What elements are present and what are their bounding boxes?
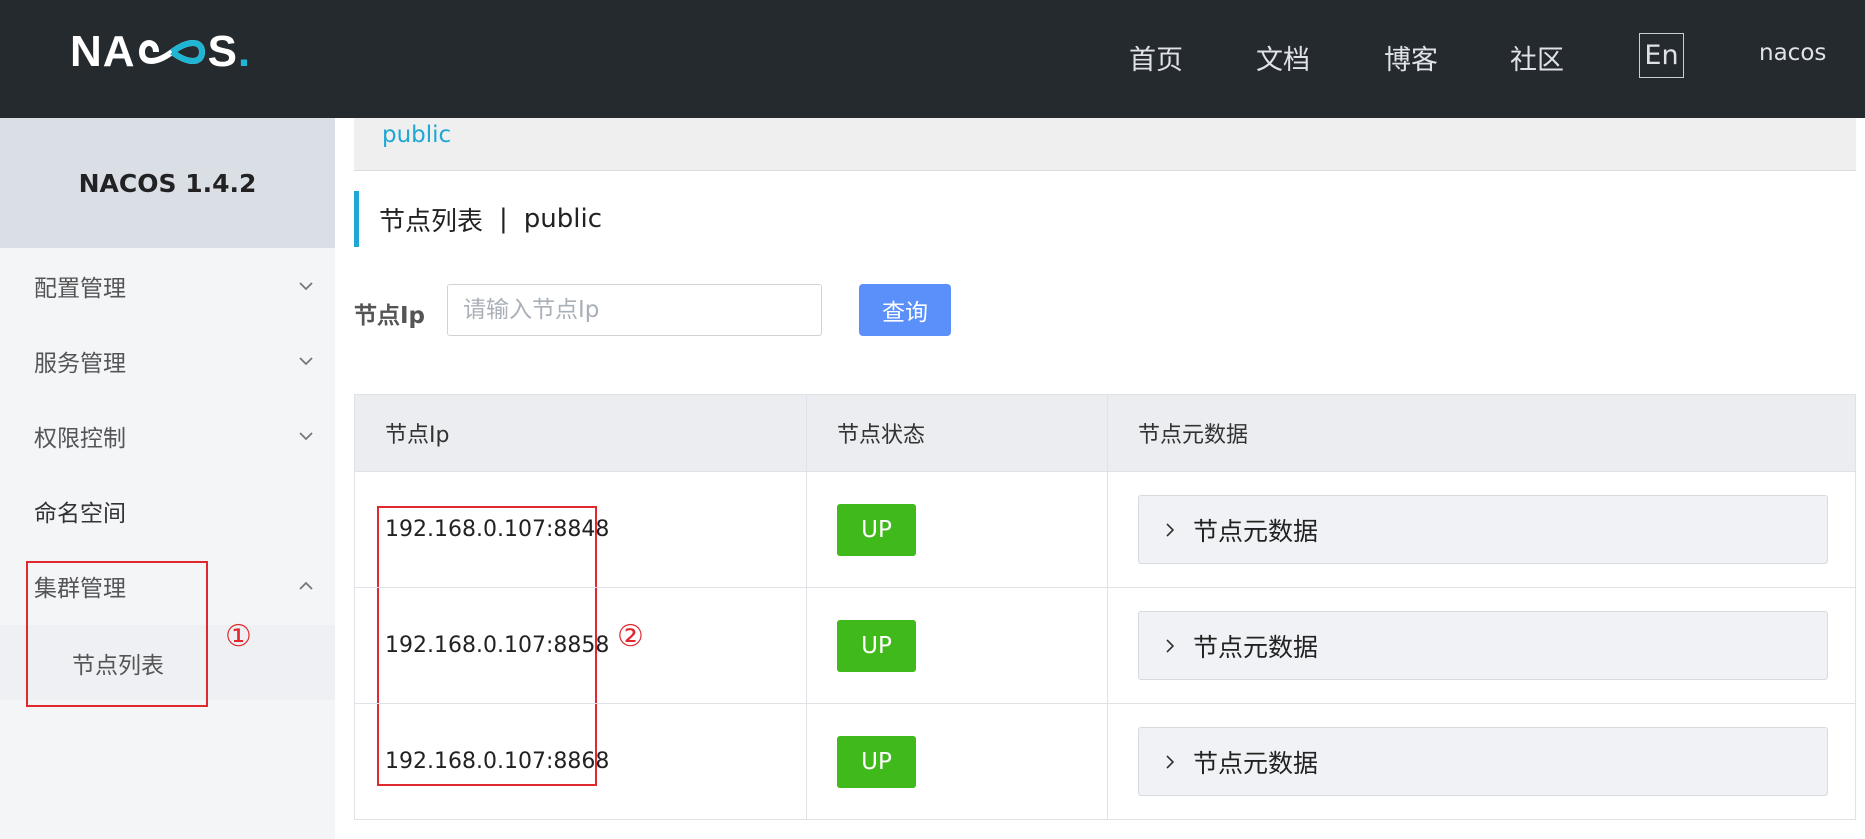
top-nav-bar: NA S . 首页 文档 博客 社区 En nacos — [0, 0, 1865, 118]
version-title: NACOS 1.4.2 — [0, 118, 335, 248]
language-toggle-button[interactable]: En — [1639, 33, 1684, 78]
metadata-label: 节点元数据 — [1193, 748, 1319, 778]
sidebar-item-label: 命名空间 — [34, 500, 126, 527]
node-status-cell: UP — [806, 703, 1108, 820]
sidebar-item-service[interactable]: 服务管理 — [0, 323, 335, 398]
chevron-right-icon — [1166, 638, 1175, 653]
table-header-row: 节点Ip 节点状态 节点元数据 — [354, 394, 1856, 472]
sidebar-item-label: 服务管理 — [34, 350, 126, 377]
chevron-up-icon — [299, 581, 313, 590]
nav-blog[interactable]: 博客 — [1384, 38, 1438, 77]
status-badge: UP — [837, 503, 916, 556]
chevron-down-icon — [299, 431, 313, 440]
annotation-marker-1: ① — [225, 619, 252, 654]
annotation-box-1 — [26, 561, 208, 707]
node-ip-cell: 192.168.0.107:8848 — [354, 471, 807, 588]
node-ip-search-input[interactable] — [447, 284, 822, 336]
node-metadata-cell: 节点元数据 — [1107, 471, 1856, 588]
node-metadata-cell: 节点元数据 — [1107, 703, 1856, 820]
username[interactable]: nacos — [1759, 40, 1826, 66]
namespace-tab-public[interactable]: public — [382, 122, 451, 148]
sidebar-item-auth[interactable]: 权限控制 — [0, 398, 335, 473]
sidebar: NACOS 1.4.2 配置管理 服务管理 权限控制 命名空间 集群管理 节点列… — [0, 118, 335, 839]
table-row: 192.168.0.107:8868 UP 节点元数据 — [354, 703, 1856, 820]
nacos-logo[interactable]: NA S . — [70, 27, 252, 76]
node-ip-filter-label: 节点Ip — [354, 303, 426, 329]
logo-text-left: NA — [70, 27, 136, 76]
node-metadata-cell: 节点元数据 — [1107, 587, 1856, 704]
metadata-label: 节点元数据 — [1193, 516, 1319, 546]
nav-docs[interactable]: 文档 — [1256, 38, 1310, 77]
query-button[interactable]: 查询 — [859, 284, 951, 336]
node-status-cell: UP — [806, 587, 1108, 704]
nav-community[interactable]: 社区 — [1510, 38, 1564, 77]
chevron-down-icon — [299, 281, 313, 290]
sidebar-item-label: 权限控制 — [34, 425, 126, 452]
nav-home[interactable]: 首页 — [1129, 38, 1183, 77]
column-header-metadata: 节点元数据 — [1107, 394, 1856, 472]
page-title: 节点列表 | public — [354, 191, 602, 247]
chevron-down-icon — [299, 356, 313, 365]
metadata-expander[interactable]: 节点元数据 — [1138, 611, 1828, 680]
node-ip-cell: 192.168.0.107:8858 — [354, 587, 807, 704]
metadata-label: 节点元数据 — [1193, 632, 1319, 662]
page-title-namespace: public — [523, 204, 603, 234]
column-header-status: 节点状态 — [806, 394, 1108, 472]
logo-text-right: S — [207, 27, 238, 76]
table-row: 192.168.0.107:8858 UP 节点元数据 — [354, 587, 1856, 704]
sidebar-item-label: 配置管理 — [34, 275, 126, 302]
status-badge: UP — [837, 619, 916, 672]
sidebar-item-config[interactable]: 配置管理 — [0, 248, 335, 323]
column-header-ip: 节点Ip — [354, 394, 807, 472]
metadata-expander[interactable]: 节点元数据 — [1138, 495, 1828, 564]
table-row: 192.168.0.107:8848 UP 节点元数据 — [354, 471, 1856, 588]
logo-dot: . — [237, 27, 252, 76]
chevron-right-icon — [1166, 522, 1175, 537]
title-separator: | — [499, 204, 508, 234]
node-ip-cell: 192.168.0.107:8868 — [354, 703, 807, 820]
sidebar-item-namespace[interactable]: 命名空间 — [0, 473, 335, 548]
node-table: 节点Ip 节点状态 节点元数据 192.168.0.107:8848 UP 节点… — [354, 394, 1856, 820]
infinity-logo-icon — [138, 40, 205, 64]
status-badge: UP — [837, 735, 916, 788]
node-status-cell: UP — [806, 471, 1108, 588]
metadata-expander[interactable]: 节点元数据 — [1138, 727, 1828, 796]
chevron-right-icon — [1166, 754, 1175, 769]
namespace-bar: public — [354, 118, 1856, 171]
page-title-text: 节点列表 — [379, 206, 484, 237]
